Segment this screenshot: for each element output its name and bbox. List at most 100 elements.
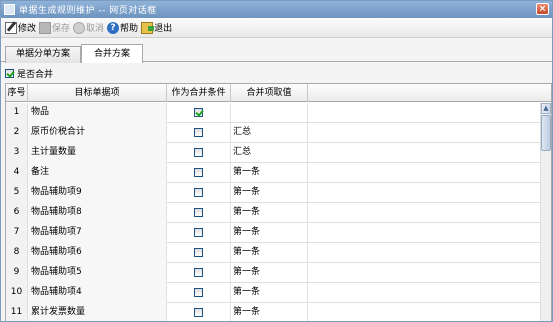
cancel-icon: [73, 21, 86, 34]
merge-condition-checkbox[interactable]: [194, 248, 203, 257]
column-header-merge-condition[interactable]: 作为合并条件: [167, 84, 231, 102]
exit-button[interactable]: 退出: [141, 20, 172, 36]
cancel-button[interactable]: 取消: [73, 20, 104, 36]
empty-cell: [308, 263, 541, 283]
empty-cell: [308, 283, 541, 303]
target-item-cell: 物品辅助项9: [28, 183, 167, 203]
dialog-window: 单据生成规则维护 -- 网页对话框 × 修改 保存 取消 ? 帮助 退出 单据分…: [0, 0, 553, 322]
table-row[interactable]: 3 主计量数量 汇总: [6, 143, 541, 163]
table-row[interactable]: 7 物品辅助项7 第一条: [6, 223, 541, 243]
column-header-merge-value[interactable]: 合并项取值: [231, 84, 308, 102]
table-row[interactable]: 6 物品辅助项8 第一条: [6, 203, 541, 223]
table-row[interactable]: 1 物品: [6, 103, 541, 123]
grid-body: 1 物品 2 原币价税合计 汇总 3 主计量数量 汇总 4 备注 第一条 5 物品辅助项9 第一条 6 物品辅…: [6, 103, 541, 321]
row-number: 11: [6, 303, 28, 321]
merge-condition-checkbox[interactable]: [194, 168, 203, 177]
merge-condition-checkbox[interactable]: [194, 128, 203, 137]
merge-value-cell[interactable]: 汇总: [231, 123, 308, 143]
tab-merge-plan[interactable]: 合并方案: [81, 44, 143, 63]
tab-split-plan[interactable]: 单据分单方案: [5, 46, 81, 63]
merge-condition-cell: [167, 143, 231, 163]
row-number: 7: [6, 223, 28, 243]
merge-checkbox[interactable]: [5, 69, 14, 78]
merge-value-cell[interactable]: 第一条: [231, 183, 308, 203]
grid-header: 序号 目标单据项 作为合并条件 合并项取值: [6, 84, 551, 102]
table-row[interactable]: 9 物品辅助项5 第一条: [6, 263, 541, 283]
row-number: 8: [6, 243, 28, 263]
merge-condition-checkbox[interactable]: [194, 268, 203, 277]
row-number: 3: [6, 143, 28, 163]
merge-condition-cell: [167, 123, 231, 143]
row-number: 2: [6, 123, 28, 143]
tab-strip: 单据分单方案 合并方案: [1, 44, 552, 63]
target-item-cell: 备注: [28, 163, 167, 183]
merge-condition-cell: [167, 303, 231, 321]
help-label: 帮助: [120, 24, 139, 34]
target-item-cell: 物品辅助项6: [28, 243, 167, 263]
vertical-scrollbar[interactable]: ▲: [540, 103, 551, 321]
empty-cell: [308, 103, 541, 123]
row-number: 6: [6, 203, 28, 223]
table-row[interactable]: 10 物品辅助项4 第一条: [6, 283, 541, 303]
help-icon: ?: [107, 21, 120, 34]
merge-grid: 序号 目标单据项 作为合并条件 合并项取值 1 物品 2 原币价税合计 汇总 3 主计量数量…: [5, 83, 552, 321]
merge-condition-cell: [167, 283, 231, 303]
row-number: 10: [6, 283, 28, 303]
merge-value-cell[interactable]: 汇总: [231, 143, 308, 163]
target-item-cell: 物品: [28, 103, 167, 123]
window-title: 单据生成规则维护 -- 网页对话框: [19, 6, 157, 16]
merge-condition-checkbox[interactable]: [194, 208, 203, 217]
merge-value-cell[interactable]: 第一条: [231, 163, 308, 183]
empty-cell: [308, 203, 541, 223]
table-row[interactable]: 4 备注 第一条: [6, 163, 541, 183]
target-item-cell: 主计量数量: [28, 143, 167, 163]
help-button[interactable]: ? 帮助: [107, 20, 138, 36]
table-row[interactable]: 11 累计发票数量 第一条: [6, 303, 541, 321]
merge-condition-checkbox[interactable]: [194, 108, 203, 117]
merge-value-cell[interactable]: 第一条: [231, 223, 308, 243]
merge-value-cell[interactable]: 第一条: [231, 303, 308, 321]
merge-condition-cell: [167, 163, 231, 183]
edit-icon: [5, 21, 17, 34]
merge-condition-checkbox[interactable]: [194, 148, 203, 157]
merge-condition-checkbox[interactable]: [194, 228, 203, 237]
target-item-cell: 原币价税合计: [28, 123, 167, 143]
table-row[interactable]: 2 原币价税合计 汇总: [6, 123, 541, 143]
save-button[interactable]: 保存: [39, 20, 70, 36]
merge-value-cell[interactable]: 第一条: [231, 203, 308, 223]
target-item-cell: 物品辅助项7: [28, 223, 167, 243]
toolbar: 修改 保存 取消 ? 帮助 退出: [1, 18, 552, 38]
row-number: 9: [6, 263, 28, 283]
close-button[interactable]: ×: [536, 3, 549, 15]
column-header-no[interactable]: 序号: [6, 84, 28, 102]
merge-value-cell[interactable]: 第一条: [231, 263, 308, 283]
exit-label: 退出: [154, 24, 173, 34]
empty-cell: [308, 143, 541, 163]
scroll-thumb[interactable]: [541, 115, 551, 151]
merge-condition-checkbox[interactable]: [194, 288, 203, 297]
merge-condition-checkbox[interactable]: [194, 308, 203, 317]
merge-condition-cell: [167, 223, 231, 243]
table-row[interactable]: 8 物品辅助项6 第一条: [6, 243, 541, 263]
save-label: 保存: [52, 24, 71, 34]
merge-condition-checkbox[interactable]: [194, 188, 203, 197]
row-number: 4: [6, 163, 28, 183]
cancel-label: 取消: [86, 24, 105, 34]
table-row[interactable]: 5 物品辅助项9 第一条: [6, 183, 541, 203]
edit-button[interactable]: 修改: [5, 20, 36, 36]
merge-value-cell[interactable]: [231, 103, 308, 123]
merge-value-cell[interactable]: 第一条: [231, 283, 308, 303]
empty-cell: [308, 183, 541, 203]
empty-cell: [308, 223, 541, 243]
column-header-target-item[interactable]: 目标单据项: [28, 84, 167, 102]
target-item-cell: 物品辅助项5: [28, 263, 167, 283]
target-item-cell: 物品辅助项4: [28, 283, 167, 303]
title-bar: 单据生成规则维护 -- 网页对话框 ×: [1, 1, 552, 18]
target-item-cell: 物品辅助项8: [28, 203, 167, 223]
scroll-up-button[interactable]: ▲: [541, 103, 551, 114]
merge-value-cell[interactable]: 第一条: [231, 243, 308, 263]
row-number: 5: [6, 183, 28, 203]
app-icon: [4, 4, 15, 15]
empty-cell: [308, 123, 541, 143]
empty-cell: [308, 163, 541, 183]
